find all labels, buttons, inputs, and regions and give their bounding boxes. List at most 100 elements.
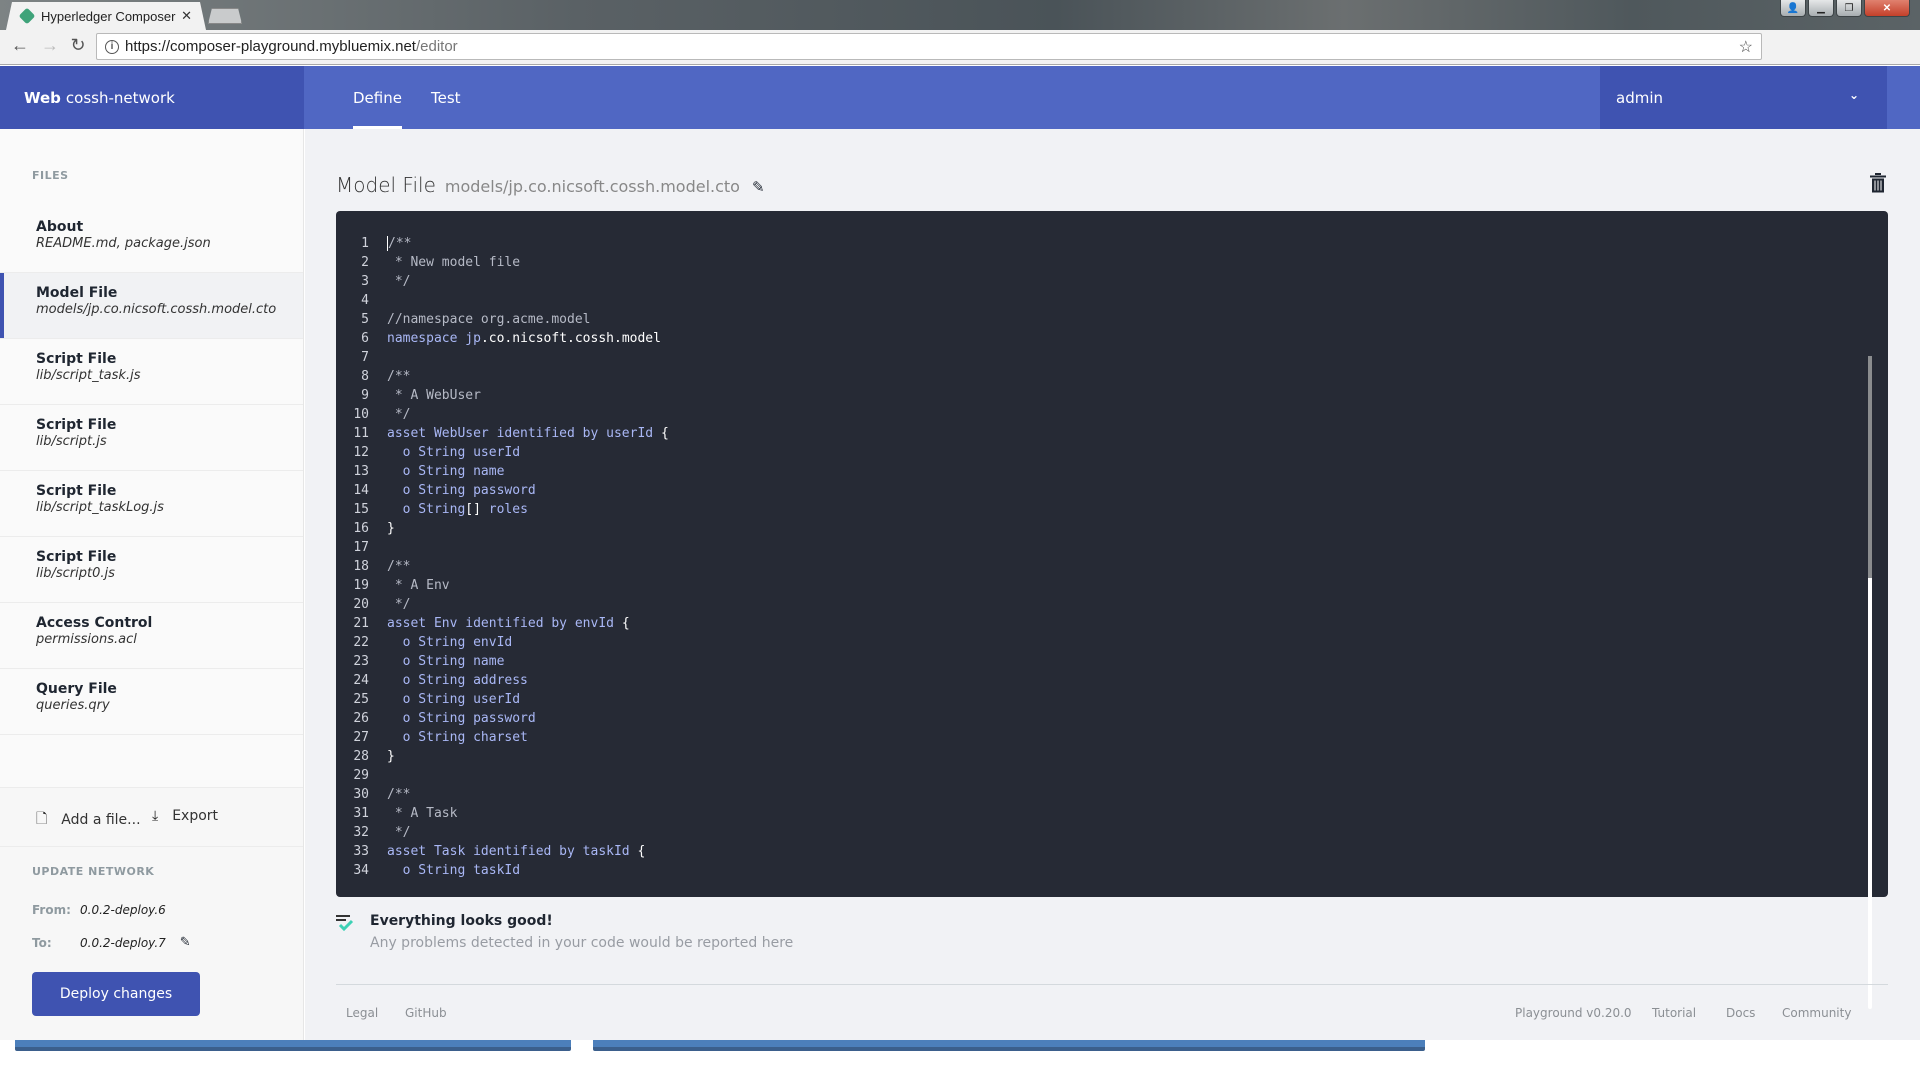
- line-text: o String taskId: [369, 861, 520, 880]
- taskbar-window-2[interactable]: [593, 1040, 1425, 1051]
- line-number: 27: [353, 730, 369, 745]
- code-line: 30 /**: [336, 785, 1836, 804]
- line-number: 22: [353, 635, 369, 650]
- minimize-button[interactable]: ▁: [1808, 0, 1834, 17]
- code-token: o String password: [387, 711, 536, 726]
- line-text: o String envId: [369, 633, 513, 652]
- line-text: o String password: [369, 709, 536, 728]
- code-token: /**: [387, 236, 412, 251]
- line-text: [369, 348, 387, 367]
- line-text: asset Task identified by taskId {: [369, 842, 645, 861]
- line-text: o String charset: [369, 728, 528, 747]
- footer-link-community[interactable]: Community: [1782, 1006, 1851, 1020]
- footer-link-tutorial[interactable]: Tutorial: [1652, 1006, 1696, 1020]
- line-number: 25: [353, 692, 369, 707]
- delete-trash-icon[interactable]: [1870, 173, 1886, 193]
- file-item[interactable]: Model File models/jp.co.nicsoft.cossh.mod…: [0, 273, 303, 339]
- file-item[interactable]: Script File lib/script0.js: [0, 537, 303, 603]
- export-button[interactable]: ⤓ Export: [152, 808, 218, 824]
- file-type-title: Model File: [336, 173, 436, 197]
- close-window-button[interactable]: ✕: [1864, 0, 1910, 17]
- file-item[interactable]: Script File lib/script.js: [0, 405, 303, 471]
- line-number: 31: [353, 806, 369, 821]
- code-editor[interactable]: 1/** 2 * New model file 3 */4 5//namespace …: [336, 211, 1888, 897]
- file-item-title: Access Control: [36, 615, 153, 631]
- line-number: 24: [353, 673, 369, 688]
- reload-icon[interactable]: ↻: [66, 35, 90, 56]
- code-token: {: [660, 426, 669, 441]
- line-text: o String userId: [369, 443, 520, 462]
- line-number: 23: [353, 654, 369, 669]
- code-line: 3 */: [336, 272, 1836, 291]
- window-controls: 👤 ▁ ❐ ✕: [1780, 0, 1910, 17]
- footer-link-legal[interactable]: Legal: [346, 1006, 378, 1020]
- file-item-title: Script File: [36, 351, 117, 367]
- line-number: 19: [353, 578, 369, 593]
- site-info-icon[interactable]: i: [105, 39, 119, 54]
- code-line: 15 o String[] roles: [336, 500, 1836, 519]
- line-number: 32: [353, 825, 369, 840]
- browser-tab[interactable]: Hyperledger Composer ✕: [6, 2, 206, 30]
- tab-close-icon[interactable]: ✕: [181, 8, 192, 24]
- address-bar[interactable]: i https://composer-playground.mybluemix.…: [96, 33, 1762, 60]
- code-token: []: [465, 502, 481, 517]
- code-line: 9 * A WebUser: [336, 386, 1836, 405]
- line-text: o String userId: [369, 690, 520, 709]
- line-text: * New model file: [369, 253, 520, 272]
- code-token: /**: [387, 369, 411, 384]
- edit-filename-pencil-icon[interactable]: ✎: [752, 178, 765, 196]
- code-line: 2 * New model file: [336, 253, 1836, 272]
- file-item-path: permissions.acl: [36, 632, 137, 647]
- editor-scrollbar-thumb[interactable]: [1868, 356, 1872, 578]
- add-file-button[interactable]: 🗋 Add a file...: [36, 808, 141, 832]
- tab-define-label: Define: [353, 88, 402, 107]
- code-line: 28}: [336, 747, 1836, 766]
- code-line: 16}: [336, 519, 1836, 538]
- footer-link-github[interactable]: GitHub: [405, 1006, 447, 1020]
- to-version-row: To: 0.0.2-deploy.7 ✎: [32, 935, 191, 950]
- user-menu[interactable]: admin ⌄: [1600, 66, 1887, 129]
- file-item[interactable]: Script File lib/script_task.js: [0, 339, 303, 405]
- code-line: 12 o String userId: [336, 443, 1836, 462]
- code-line: 34 o String taskId: [336, 861, 1836, 880]
- code-token: asset Task identified by taskId: [387, 844, 638, 859]
- file-item-title: Model File: [36, 285, 118, 301]
- line-number: 8: [361, 369, 369, 384]
- file-item-path: models/jp.co.nicsoft.cossh.model.cto: [36, 302, 277, 317]
- file-item[interactable]: Script File lib/script_taskLog.js: [0, 471, 303, 537]
- line-text: * A WebUser: [369, 386, 481, 405]
- tab-define[interactable]: Define: [353, 66, 402, 129]
- footer-link-docs[interactable]: Docs: [1726, 1006, 1755, 1020]
- forward-arrow-icon[interactable]: →: [38, 35, 62, 56]
- line-text: //namespace org.acme.model: [369, 310, 591, 329]
- code-token: jp: [465, 331, 481, 346]
- line-number: 34: [353, 863, 369, 878]
- code-token: .co.nicsoft.cossh.model: [480, 331, 661, 346]
- taskbar-window-1[interactable]: [15, 1040, 571, 1051]
- line-text: }: [369, 747, 395, 766]
- browser-toolbar: ← → ↻ i https://composer-playground.mybl…: [0, 30, 1920, 86]
- line-number: 7: [361, 350, 369, 365]
- file-item[interactable]: Access Control permissions.acl: [0, 603, 303, 669]
- back-arrow-icon[interactable]: ←: [8, 35, 32, 56]
- line-number: 17: [353, 540, 369, 555]
- file-item-path: lib/script_taskLog.js: [36, 500, 164, 515]
- update-network-panel: UPDATE NETWORK From: 0.0.2-deploy.6 To: …: [0, 847, 303, 1040]
- code-lines[interactable]: 1/** 2 * New model file 3 */4 5//namespace …: [336, 234, 1836, 880]
- app-header: Web cossh-network Define Test admin ⌄: [0, 66, 1920, 129]
- restore-button[interactable]: ❐: [1836, 0, 1862, 17]
- line-text: }: [369, 519, 395, 538]
- profile-icon[interactable]: 👤: [1780, 0, 1806, 17]
- tab-test[interactable]: Test: [431, 66, 461, 129]
- file-item-path: queries.qry: [36, 698, 110, 713]
- browser-tabstrip: Hyperledger Composer ✕ 👤 ▁ ❐ ✕: [0, 0, 1920, 30]
- file-item[interactable]: Query File queries.qry: [0, 669, 303, 735]
- deploy-changes-button[interactable]: Deploy changes: [32, 972, 200, 1016]
- new-tab-button[interactable]: [208, 8, 242, 24]
- code-token: o String address: [387, 673, 528, 688]
- file-item[interactable]: About README.md, package.json: [0, 207, 303, 273]
- bookmark-star-icon[interactable]: ☆: [1739, 37, 1753, 57]
- edit-version-pencil-icon[interactable]: ✎: [180, 935, 191, 950]
- line-number: 16: [353, 521, 369, 536]
- file-header: Model File models/jp.co.nicsoft.cossh.mo…: [336, 173, 765, 197]
